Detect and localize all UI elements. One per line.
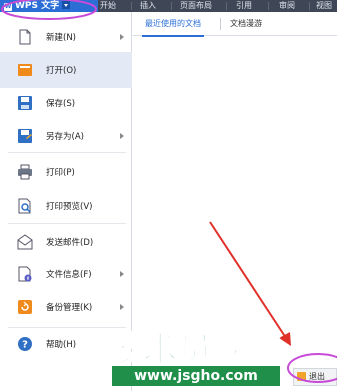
submenu-arrow-icon (120, 271, 124, 277)
ribbon-tab-home[interactable]: 开始 (100, 0, 116, 12)
tab-document-roaming[interactable]: 文档漫游 (230, 12, 262, 36)
menu-item-open[interactable]: 打开(O) (0, 52, 132, 88)
ribbon-separator (226, 2, 227, 10)
menu-item-label: 发送邮件(D) (46, 238, 94, 248)
submenu-arrow-icon (120, 304, 124, 310)
save-as-icon (18, 129, 32, 143)
help-icon: ? (18, 337, 32, 351)
menu-item-label: 打印预览(V) (46, 202, 93, 212)
menu-item-backup[interactable]: 备份管理(K) (0, 289, 132, 325)
menu-item-label: 文件信息(F) (46, 270, 92, 280)
submenu-arrow-icon (120, 34, 124, 40)
tab-separator (220, 18, 221, 30)
exit-icon (297, 372, 306, 381)
ribbon-separator (171, 2, 172, 10)
menu-item-label: 帮助(H) (46, 340, 77, 350)
menu-item-print[interactable]: 打印(P) (0, 154, 132, 190)
file-info-icon (18, 266, 32, 282)
menu-item-label: 新建(N) (46, 33, 76, 43)
svg-text:?: ? (22, 340, 28, 351)
menu-item-label: 保存(S) (46, 99, 76, 109)
menu-item-label: 打开(O) (46, 66, 77, 76)
tab-recent-documents[interactable]: 最近使用的文档 (142, 12, 204, 37)
menu-item-send-mail[interactable]: 发送邮件(D) (0, 224, 132, 260)
new-document-icon (19, 29, 31, 45)
exit-label: 退出 (309, 372, 325, 381)
ribbon-separator (268, 2, 269, 10)
ribbon-tab-view[interactable]: 视图 (316, 0, 332, 12)
mail-icon (17, 234, 33, 250)
print-preview-icon (18, 198, 31, 214)
menu-item-save-as[interactable]: 另存为(A) (0, 118, 132, 154)
menu-item-save[interactable]: 保存(S) (0, 85, 132, 121)
menu-item-print-preview[interactable]: 打印预览(V) (0, 188, 132, 224)
save-icon (18, 96, 32, 110)
dropdown-arrow-icon[interactable] (62, 1, 71, 9)
menu-item-label: 打印(P) (46, 168, 75, 178)
wps-app-menu-button[interactable]: W WPS 文字 (0, 0, 98, 12)
title-ribbon-bar: W WPS 文字 开始 插入 页面布局 引用 审阅 视图 (0, 0, 337, 12)
menu-divider (8, 152, 126, 153)
app-name-label: WPS 文字 (15, 1, 60, 11)
exit-button[interactable]: 退出 (293, 368, 337, 386)
ribbon-separator (131, 2, 132, 10)
submenu-arrow-icon (120, 133, 124, 139)
menu-item-label: 备份管理(K) (46, 303, 93, 313)
menu-item-new[interactable]: 新建(N) (0, 19, 132, 55)
menu-item-file-info[interactable]: 文件信息(F) (0, 256, 132, 292)
printer-icon (18, 164, 32, 180)
ribbon-tab-insert[interactable]: 插入 (140, 0, 156, 12)
ribbon-separator (309, 2, 310, 10)
ribbon-tab-review[interactable]: 审阅 (279, 0, 295, 12)
wps-logo-icon: W (4, 3, 12, 11)
backup-icon (18, 300, 32, 314)
watermark-url: www.jsgho.com (112, 366, 280, 386)
ribbon-tab-references[interactable]: 引用 (236, 0, 252, 12)
ribbon-tab-page-layout[interactable]: 页面布局 (180, 0, 212, 12)
watermark-logo-text: 技术员联盟 (107, 329, 283, 371)
menu-item-label: 另存为(A) (46, 132, 84, 142)
open-folder-icon (18, 64, 32, 76)
panel-tab-bar: 最近使用的文档 文档漫游 (133, 12, 337, 37)
